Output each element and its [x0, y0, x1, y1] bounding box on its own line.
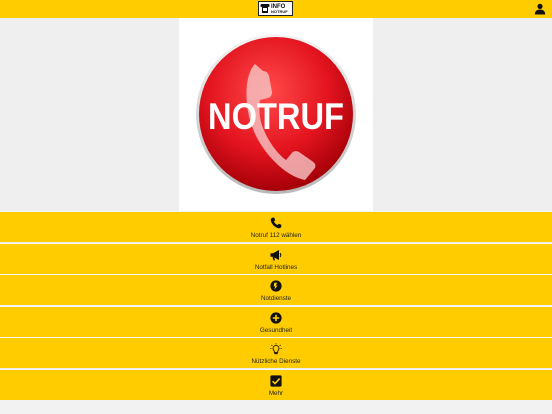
emergency-call-banner[interactable]: NOTRUF [179, 18, 373, 211]
menu-item-mehr[interactable]: Mehr [0, 368, 552, 400]
plus-circle-icon [270, 312, 282, 324]
menu-item-notfall-hotlines[interactable]: Notfall Hotlines [0, 242, 552, 274]
menu-item-label: Mehr [268, 389, 284, 397]
menu-item-gesundheit[interactable]: Gesundheit [0, 305, 552, 337]
logo-subtitle: NOTRUF [271, 8, 288, 14]
menu-item-notruf-112[interactable]: Notruf 112 wählen [0, 211, 552, 242]
bottom-strip [0, 400, 552, 414]
menu-item-label: Notdienste [260, 295, 292, 303]
notruf-label: NOTRUF [208, 96, 344, 137]
menu-item-notdienste[interactable]: Notdienste [0, 274, 552, 306]
top-bar: INFO NOTRUF [0, 0, 552, 18]
lightbulb-icon [270, 343, 282, 355]
main-menu: Notruf 112 wählen Notfall Hotlines Notdi… [0, 211, 552, 401]
menu-item-label: Notruf 112 wählen [250, 232, 302, 239]
menu-item-label: Gesundheit [259, 326, 293, 334]
app-logo: INFO NOTRUF [258, 1, 293, 16]
phone-icon [270, 217, 282, 229]
menu-item-label: Notfall Hotlines [254, 263, 298, 271]
phone-logo-icon [260, 4, 270, 13]
notruf-button-graphic[interactable]: NOTRUF [179, 18, 373, 211]
menu-item-label: Nützliche Dienste [251, 358, 301, 366]
megaphone-icon [270, 249, 282, 261]
user-icon[interactable] [534, 3, 546, 15]
checkbox-icon [270, 375, 282, 387]
menu-item-nuetzliche-dienste[interactable]: Nützliche Dienste [0, 337, 552, 369]
emergency-services-icon [270, 280, 282, 292]
